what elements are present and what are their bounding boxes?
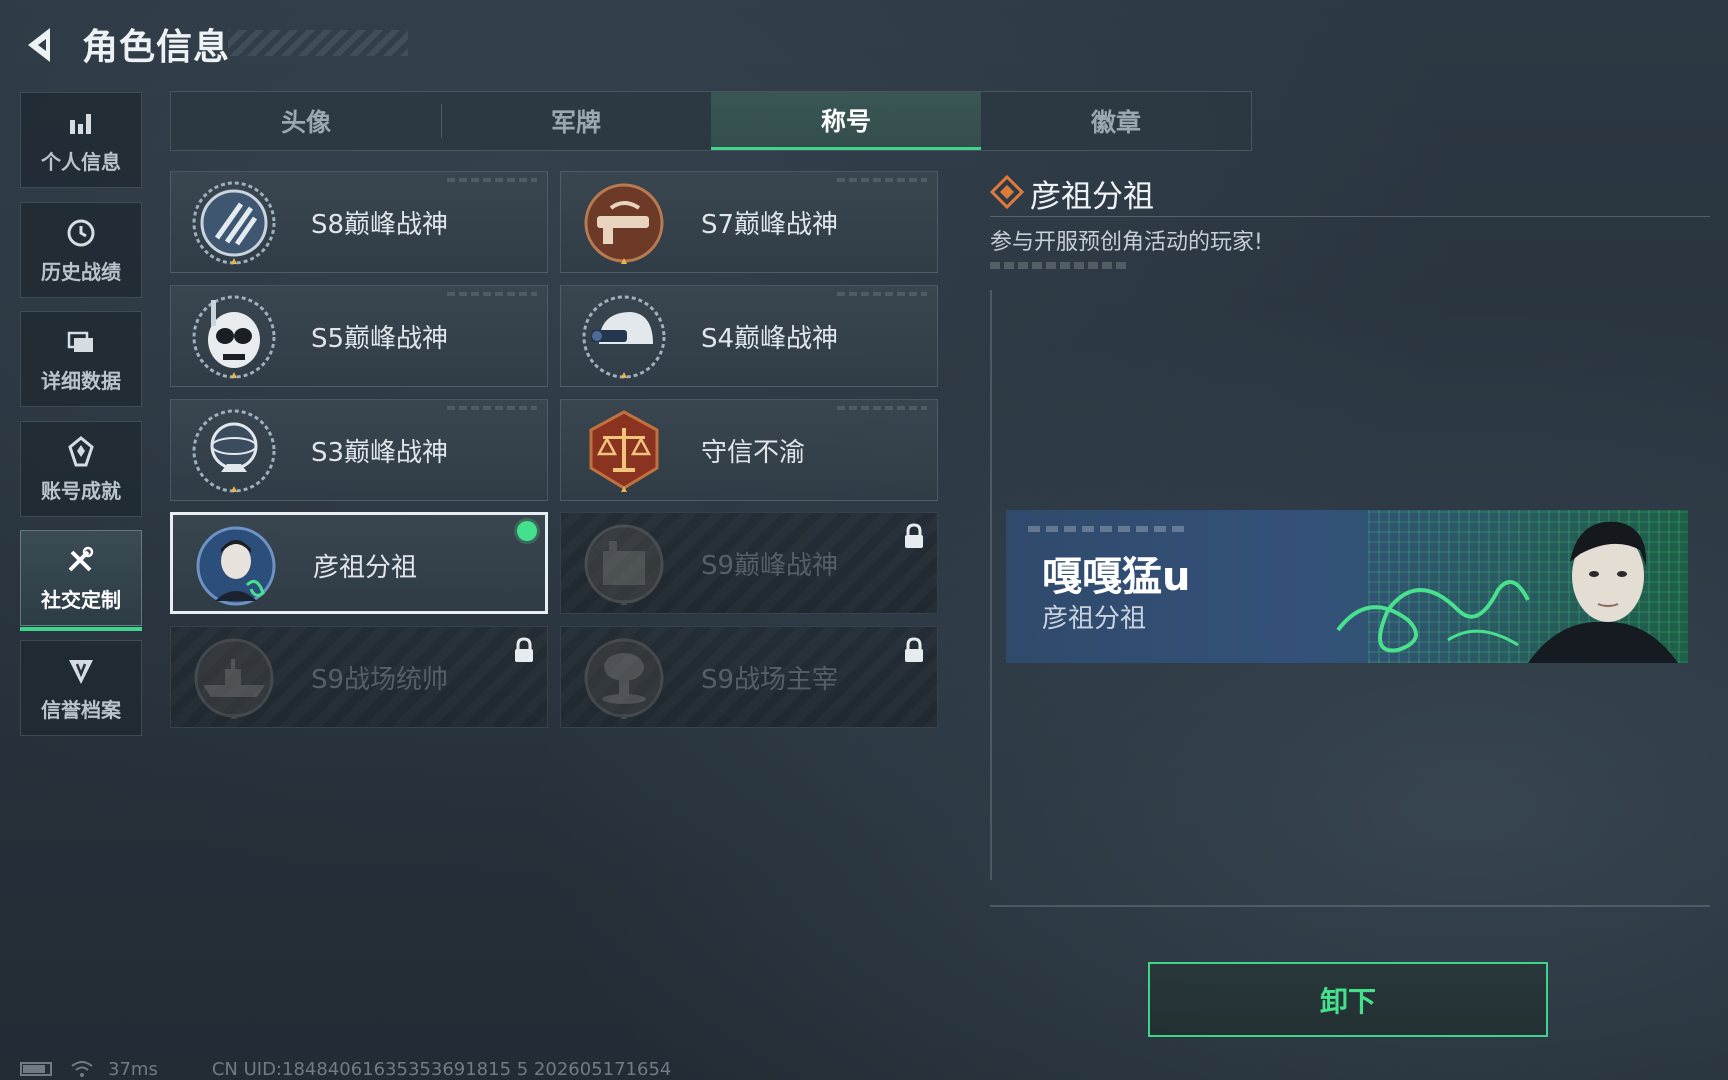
title-card-label: S9巅峰战神 [701,551,839,581]
sidebar-item-social-custom[interactable]: 社交定制 [20,530,142,631]
warship-emblem-icon [194,638,274,719]
clock-history-icon [67,219,95,246]
sidebar-item-label: 详细数据 [41,368,121,393]
tab-title[interactable]: 称号 [711,92,981,150]
unequip-button[interactable]: 卸下 [1148,962,1548,1037]
sidebar-item-reputation[interactable]: 信誉档案 [20,640,142,736]
detail-title: 彦祖分祖 [1030,179,1154,215]
detail-divider [990,216,1710,217]
title-card-label: 彦祖分祖 [313,553,418,583]
wifi-icon [70,1060,94,1078]
title-card-s9-dominator[interactable]: S9战场主宰 [560,626,938,728]
battery-icon [20,1061,56,1077]
title-banner-preview: 嘎嘎猛u 彦祖分祖 [1006,510,1688,663]
bar-chart-icon [70,113,91,134]
s3-emblem-icon [192,409,276,493]
folder-icon [67,331,93,352]
preview-frame-bottom [990,905,1710,907]
equipped-indicator [517,521,537,541]
card-decoration [837,406,927,410]
sidebar-item-personal-info[interactable]: 个人信息 [20,92,142,188]
mushroom-cloud-emblem-icon [584,638,664,719]
status-bar: 37ms CN UID:18484061635353691815 5 20260… [20,1058,685,1080]
preview-frame-left [990,290,992,880]
card-decoration [447,178,537,182]
sidebar-item-label: 账号成就 [41,478,121,503]
diamond-title-icon [990,175,1024,209]
card-decoration [447,292,537,296]
character-portrait [1528,521,1678,663]
title-card-label: S5巅峰战神 [311,324,449,354]
title-card-yanzu[interactable]: 彦祖分祖 [170,512,548,614]
s4-emblem-icon [582,295,666,379]
tab-badge[interactable]: 徽章 [981,92,1251,150]
sidebar-item-achievements[interactable]: 账号成就 [20,421,142,517]
portrait-emblem-icon [196,526,276,606]
back-arrow-icon[interactable] [20,24,62,66]
tools-icon [68,546,94,571]
title-card-s8[interactable]: S8巅峰战神 [170,171,548,273]
card-decoration [447,406,537,410]
shield-badge-icon [69,659,93,684]
banner-decoration [1028,526,1188,532]
sidebar-item-history[interactable]: 历史战绩 [20,202,142,298]
detail-description: 参与开服预创角活动的玩家! [990,230,1263,255]
title-decoration [228,30,408,56]
player-name: 嘎嘎猛u [1042,554,1191,600]
title-card-s4[interactable]: S4巅峰战神 [560,285,938,387]
lock-icon [515,637,533,662]
page-title: 角色信息 [82,27,231,68]
scales-emblem-icon [589,410,659,492]
s8-emblem-icon [192,181,276,265]
sidebar-item-label: 社交定制 [41,587,121,612]
uid-text: CN UID:18484061635353691815 5 2026051716… [211,1058,672,1080]
achievement-medal-icon [68,435,94,466]
s9-emblem-icon [584,524,664,605]
title-card-label: S9战场主宰 [701,665,839,695]
lock-icon [905,523,923,548]
signature-graphic [1336,580,1530,653]
title-card-label: 守信不渝 [701,438,806,468]
title-card-trustworthy[interactable]: 守信不渝 [560,399,938,501]
title-card-s7[interactable]: S7巅峰战神 [560,171,938,273]
sidebar-item-detailed-data[interactable]: 详细数据 [20,311,142,407]
sidebar-item-label: 历史战绩 [41,259,121,284]
s7-emblem-icon [584,183,664,264]
banner-title: 彦祖分祖 [1042,604,1147,634]
title-card-label: S8巅峰战神 [311,210,449,240]
ping-text: 37ms [108,1058,158,1080]
title-card-s5[interactable]: S5巅峰战神 [170,285,548,387]
category-tabs: 头像 军牌 称号 徽章 [170,91,1252,151]
tab-avatar[interactable]: 头像 [171,92,441,150]
sidebar-item-label: 个人信息 [41,149,121,174]
detail-decoration [990,262,1126,269]
title-card-label: S4巅峰战神 [701,324,839,354]
s5-emblem-icon [192,295,276,379]
title-card-label: S3巅峰战神 [311,438,449,468]
title-card-s9-commander[interactable]: S9战场统帅 [170,626,548,728]
title-card-s9-god[interactable]: S9巅峰战神 [560,512,938,614]
title-card-s3[interactable]: S3巅峰战神 [170,399,548,501]
title-card-label: S7巅峰战神 [701,210,839,240]
title-card-label: S9战场统帅 [311,665,449,695]
tab-dog-tag[interactable]: 军牌 [441,92,711,150]
card-decoration [837,178,927,182]
card-decoration [837,292,927,296]
sidebar-item-label: 信誉档案 [41,697,121,722]
lock-icon [905,637,923,662]
